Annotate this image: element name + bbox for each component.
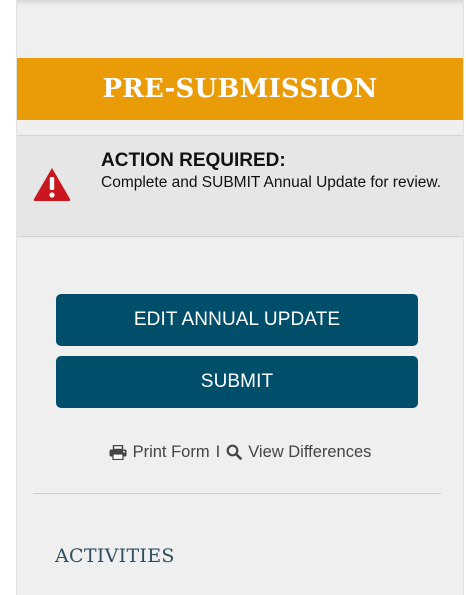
warning-triangle-icon: [32, 166, 72, 207]
edit-annual-update-button[interactable]: EDIT ANNUAL UPDATE: [56, 294, 418, 346]
print-form-link[interactable]: Print Form: [109, 443, 210, 462]
status-sidebar-panel: PRE-SUBMISSION ACTION REQUIRED: Complete…: [16, 0, 464, 595]
alert-message: Complete and SUBMIT Annual Update for re…: [101, 174, 442, 191]
print-form-label: Print Form: [132, 442, 210, 461]
submit-button[interactable]: SUBMIT: [56, 356, 418, 408]
view-differences-link[interactable]: View Differences: [226, 443, 371, 462]
status-banner-label: PRE-SUBMISSION: [102, 74, 378, 104]
status-banner: PRE-SUBMISSION: [17, 58, 463, 120]
activities-heading: ACTIVITIES: [55, 545, 175, 567]
view-differences-label: View Differences: [248, 442, 372, 461]
link-separator: I: [215, 442, 221, 461]
top-shadow: [17, 0, 463, 6]
alert-text: ACTION REQUIRED: Complete and SUBMIT Ann…: [101, 150, 451, 192]
section-divider: [33, 493, 441, 494]
page-gutter: [0, 0, 16, 595]
printer-icon: [109, 444, 127, 460]
form-links: Print Form I View Differences: [17, 442, 463, 462]
alert-title: ACTION REQUIRED:: [101, 150, 286, 171]
magnifier-icon: [226, 444, 243, 460]
